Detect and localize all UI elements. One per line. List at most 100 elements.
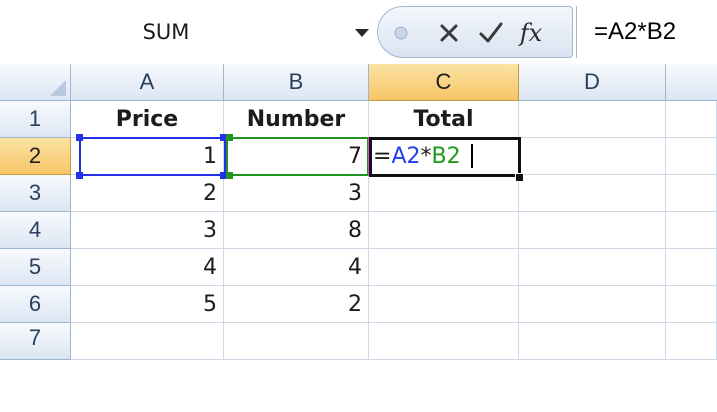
cell-b2[interactable]: 7 [224,138,369,175]
range-handle-icon[interactable] [76,172,83,179]
fill-handle[interactable] [515,173,524,182]
formula-ref-a: A2 [391,143,421,169]
range-handle-icon[interactable] [226,134,233,141]
cell-text: 2 [348,291,362,317]
row-header-label: 2 [28,143,42,168]
cancel-button[interactable] [432,15,466,51]
column-header-label: A [139,69,155,94]
cell-text: Total [413,106,474,132]
formula-buttons-group: fx [377,6,573,58]
spreadsheet-grid: A B C D 1 2 3 4 5 6 7 Price Number Total… [0,64,717,412]
name-box-value: SUM [142,20,190,44]
name-box[interactable]: SUM [0,12,352,52]
dropdown-arrow-icon [355,29,369,37]
row-header-1[interactable]: 1 [0,101,71,138]
column-header-label: C [435,69,452,94]
text-caret [470,144,473,168]
cell-text: Price [115,106,179,132]
cell-b5[interactable]: 4 [224,249,369,286]
cell-d5[interactable] [519,249,666,286]
cell-a3[interactable]: 2 [71,175,224,212]
select-all-button[interactable] [0,64,71,101]
select-all-triangle-icon [50,80,66,96]
cell-e5[interactable] [666,249,717,286]
column-header-e-partial[interactable] [666,64,717,101]
row-header-label: 5 [28,254,42,279]
cell-b1[interactable]: Number [224,101,369,138]
column-header-label: D [584,69,600,94]
formula-text: =A2*B2 [594,18,677,45]
cell-text: 5 [203,291,217,317]
cell-d6[interactable] [519,286,666,323]
cell-d4[interactable] [519,212,666,249]
cell-c2-editing[interactable]: = A2 * B2 [369,138,519,175]
formula-input[interactable]: =A2*B2 [582,12,717,52]
cell-e4[interactable] [666,212,717,249]
row-header-label: 1 [28,106,42,131]
range-handle-icon[interactable] [226,172,233,179]
cell-text: 4 [348,254,362,280]
column-header-a[interactable]: A [71,64,224,101]
cell-e2[interactable] [666,138,717,175]
row-header-7[interactable]: 7 [0,323,71,360]
row-header-label: 6 [28,291,42,316]
cell-b6[interactable]: 2 [224,286,369,323]
column-header-c[interactable]: C [369,64,519,101]
cell-text: 7 [348,143,362,169]
formula-bar-handle [384,15,418,51]
cell-text: 3 [348,180,362,206]
cell-a6[interactable]: 5 [71,286,224,323]
cell-b7[interactable] [224,323,369,360]
range-edge-marker [368,137,371,176]
cell-b4[interactable]: 8 [224,212,369,249]
name-box-dropdown-button[interactable] [352,24,372,42]
formula-bar: SUM fx =A2*B2 [0,0,717,65]
cell-d1[interactable] [519,101,666,138]
cell-text: 2 [203,180,217,206]
cell-e6[interactable] [666,286,717,323]
cell-e1[interactable] [666,101,717,138]
formula-bar-divider [576,6,577,58]
cell-a4[interactable]: 3 [71,212,224,249]
enter-check-icon [479,22,503,43]
column-header-b[interactable]: B [224,64,369,101]
cell-c3[interactable] [369,175,519,212]
cell-e7[interactable] [666,323,717,360]
cell-d2[interactable] [519,138,666,175]
range-handle-icon[interactable] [76,134,83,141]
column-header-d[interactable]: D [519,64,666,101]
circle-dot-icon [394,26,408,40]
cell-text: Number [246,106,346,132]
cell-text: 3 [203,217,217,243]
cancel-x-icon [440,24,458,42]
formula-ref-b: B2 [431,143,461,169]
cell-c5[interactable] [369,249,519,286]
row-header-label: 4 [28,217,42,242]
cell-d3[interactable] [519,175,666,212]
cell-c4[interactable] [369,212,519,249]
row-header-4[interactable]: 4 [0,212,71,249]
cell-text: 4 [203,254,217,280]
row-header-5[interactable]: 5 [0,249,71,286]
cell-a7[interactable] [71,323,224,360]
row-header-label: 7 [28,325,42,350]
cell-b3[interactable]: 3 [224,175,369,212]
enter-button[interactable] [474,15,508,51]
formula-operator: * [420,143,432,169]
cell-d7[interactable] [519,323,666,360]
row-header-2[interactable]: 2 [0,138,71,175]
insert-function-icon: fx [519,19,543,47]
cell-a1[interactable]: Price [71,101,224,138]
cell-a5[interactable]: 4 [71,249,224,286]
cell-c7[interactable] [369,323,519,360]
cell-a2[interactable]: 1 [71,138,224,175]
row-header-6[interactable]: 6 [0,286,71,323]
cell-c1[interactable]: Total [369,101,519,138]
row-header-3[interactable]: 3 [0,175,71,212]
column-header-label: B [288,69,304,94]
cell-e3[interactable] [666,175,717,212]
cell-c6[interactable] [369,286,519,323]
cell-text: 8 [348,217,362,243]
cell-text: 1 [203,143,217,169]
insert-function-button[interactable]: fx [514,15,548,51]
